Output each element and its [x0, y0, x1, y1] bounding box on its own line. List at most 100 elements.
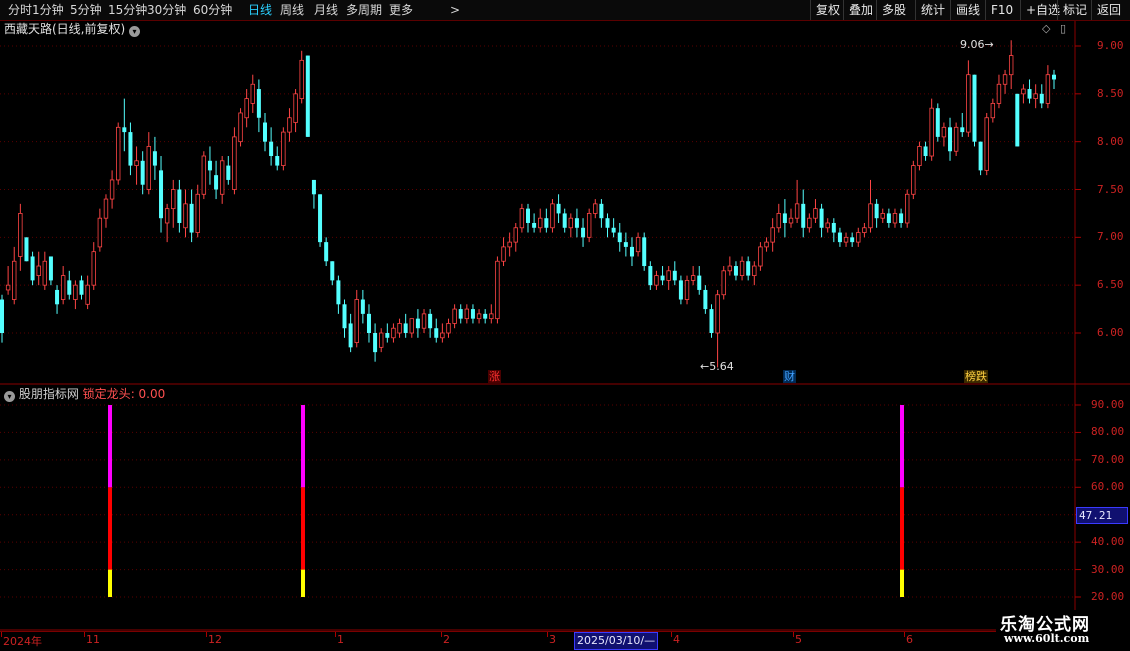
current-value-badge: 47.21 — [1076, 507, 1128, 524]
indicator-tick-label: 40.00 — [1091, 535, 1125, 549]
candle-body-up — [739, 260, 745, 277]
candle-body-up — [715, 294, 720, 334]
candle-body-down — [703, 289, 708, 310]
toolbar-button-3[interactable]: 统计 — [915, 0, 950, 20]
candle-body-up — [996, 83, 1002, 104]
candle-body-up — [299, 59, 304, 100]
candle-body-up — [1002, 74, 1008, 85]
period-tab-10[interactable]: 更多 — [389, 0, 413, 20]
period-tab-2[interactable]: 5分钟 — [70, 0, 102, 20]
date-label: 2024年 — [3, 635, 42, 648]
candle-body-up — [73, 284, 78, 300]
candle-body-up — [464, 308, 470, 320]
candle-body-down — [899, 213, 904, 223]
candle-body-down — [24, 237, 29, 262]
indicator-tick-label: 80.00 — [1091, 425, 1125, 439]
candle-body-down — [678, 280, 683, 300]
candle-body-down — [526, 208, 530, 223]
indicator-value: 0.00 — [138, 387, 166, 401]
candle-body-up — [5, 284, 11, 291]
toolbar-button-8[interactable]: 返回 — [1091, 0, 1126, 20]
candle-body-up — [60, 275, 66, 300]
candle-body-up — [171, 189, 176, 210]
event-marker-0[interactable]: 涨 — [488, 370, 501, 383]
diamond-icon[interactable]: ◇ — [1042, 22, 1050, 35]
candle-body-up — [495, 260, 500, 320]
candle-body-down — [923, 146, 928, 157]
candle-body-down — [574, 218, 579, 228]
candle-body-down — [709, 309, 714, 333]
toolbar-button-1[interactable]: 叠加 — [843, 0, 878, 20]
candle-body-up — [354, 299, 359, 343]
candle-body-up — [476, 313, 482, 320]
date-tick — [441, 632, 442, 637]
period-tab-7[interactable]: 周线 — [280, 0, 304, 20]
candle-body-up — [501, 246, 506, 262]
candle-body-up — [538, 217, 543, 229]
candle-body-down — [330, 261, 335, 281]
candle-body-up — [813, 208, 818, 219]
period-toolbar: 分时 1分钟 5分钟 15分钟 30分钟 60分钟 日线 周线 月线 多周期 更多 > 复权 叠加 多股 统计… — [0, 0, 1130, 21]
candle-body-up — [146, 146, 151, 190]
date-tick — [206, 632, 207, 637]
period-tab-5[interactable]: 60分钟 — [193, 0, 232, 20]
candle-body-up — [892, 213, 898, 224]
period-tab-4[interactable]: 30分钟 — [147, 0, 186, 20]
period-tab-0[interactable]: 分时 — [8, 0, 32, 20]
chevron-down-icon[interactable]: ▾ — [129, 26, 141, 37]
indicator-tick-label: 70.00 — [1091, 452, 1125, 466]
period-tab-8[interactable]: 月线 — [314, 0, 338, 20]
toolbar-button-0[interactable]: 复权 — [810, 0, 845, 20]
period-tab-3[interactable]: 15分钟 — [108, 0, 147, 20]
chart-grid — [0, 21, 1130, 631]
toolbar-button-4[interactable]: 画线 — [950, 0, 985, 20]
candle-body-down — [226, 165, 231, 180]
candle-body-up — [550, 203, 555, 229]
window-icon[interactable]: ▯ — [1060, 22, 1066, 35]
more-arrow-icon[interactable]: > — [450, 0, 460, 20]
candle-body-up — [250, 83, 255, 104]
candle-body-up — [36, 265, 41, 277]
candle-body-up — [1045, 74, 1051, 104]
candle-body-down — [801, 203, 806, 228]
chevron-down-icon[interactable]: ▾ — [4, 391, 15, 402]
candle-body-up — [452, 308, 457, 324]
candlestick-series — [0, 40, 1056, 368]
period-tab-6[interactable]: 日线 — [248, 0, 272, 20]
event-marker-1[interactable]: 财 — [783, 370, 796, 383]
candle-body-up — [42, 260, 48, 286]
candle-body-down — [0, 299, 4, 333]
candle-body-down — [263, 122, 267, 142]
candle-body-up — [764, 241, 769, 248]
candle-body-down — [55, 289, 60, 305]
event-marker-2[interactable]: 榜跌 — [964, 370, 988, 383]
candle-body-up — [183, 203, 188, 229]
candle-body-up — [788, 217, 794, 224]
toolbar-button-7[interactable]: 标记 — [1057, 0, 1092, 20]
candle-body-down — [617, 232, 622, 243]
candle-body-down — [532, 222, 537, 228]
candle-body-down — [599, 203, 604, 219]
toolbar-button-5[interactable]: F10 — [985, 0, 1018, 20]
watermark-logo: 乐淘公式网 www.60lt.com — [996, 610, 1130, 650]
price-tick-label: 9.00 — [1097, 39, 1124, 52]
candle-body-up — [752, 265, 757, 277]
indicator-tick-label: 60.00 — [1091, 480, 1125, 494]
candle-body-up — [421, 313, 427, 329]
low-price-label: ←5.64 — [700, 360, 734, 373]
candle-body-down — [837, 232, 842, 243]
candle-body-down — [122, 127, 127, 133]
candle-body-up — [91, 251, 96, 286]
signal-bar-yellow — [108, 569, 112, 597]
chart-title: 西藏天路(日线,前复权) ▾ — [4, 21, 141, 37]
candle-body-down — [159, 170, 164, 219]
candle-body-up — [929, 107, 934, 157]
signal-bar-red — [900, 487, 904, 570]
candle-body-down — [140, 160, 145, 185]
period-tab-1[interactable]: 1分钟 — [32, 0, 64, 20]
candle-body-down — [1052, 74, 1056, 80]
toolbar-button-2[interactable]: 多股 — [876, 0, 911, 20]
period-tab-9[interactable]: 多周期 — [346, 0, 382, 20]
candle-body-up — [513, 227, 518, 243]
chart-area[interactable] — [0, 21, 1130, 631]
